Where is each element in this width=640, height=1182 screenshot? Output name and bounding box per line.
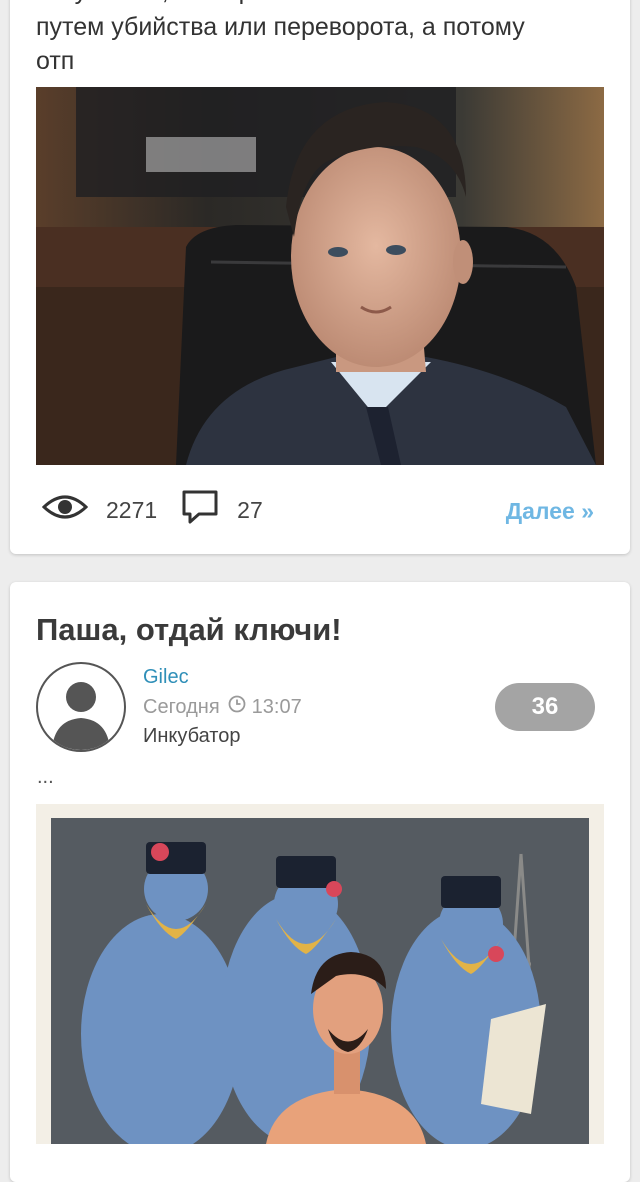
clock-icon: [228, 695, 246, 719]
excerpt-line: путем убийства или переворота, а потому: [36, 13, 525, 41]
post-excerpt: ...: [37, 766, 54, 788]
views-count: 2271: [106, 496, 158, 523]
post-image[interactable]: [36, 804, 604, 1144]
avatar[interactable]: [36, 662, 126, 752]
section-label[interactable]: Инкубатор: [143, 725, 240, 748]
excerpt-line-cut: покушался, что Иран покончит с его власт…: [36, 0, 559, 8]
comment-bubble-icon: [181, 488, 219, 532]
time-label: 13:07: [251, 695, 302, 718]
cartoon-illustration: [36, 804, 604, 1144]
comment-count-badge[interactable]: 36: [495, 683, 595, 731]
date-label: Сегодня: [143, 695, 220, 718]
user-silhouette-icon: [52, 682, 110, 750]
eye-icon: [41, 493, 89, 527]
comments-count: 27: [237, 496, 263, 523]
read-more-link[interactable]: Далее »: [506, 498, 594, 525]
post-card-2: Паша, отдай ключи! Gilec Сегодня 13:07 И…: [10, 582, 630, 1182]
post-date: Сегодня 13:07: [143, 695, 302, 719]
post-card-1: покушался, что Иран покончит с его власт…: [10, 0, 630, 554]
post-title[interactable]: Паша, отдай ключи!: [36, 612, 342, 648]
author-link[interactable]: Gilec: [143, 666, 189, 689]
excerpt-line: отп: [36, 47, 75, 75]
portrait-photo: [36, 87, 604, 465]
post-image[interactable]: [36, 87, 604, 465]
